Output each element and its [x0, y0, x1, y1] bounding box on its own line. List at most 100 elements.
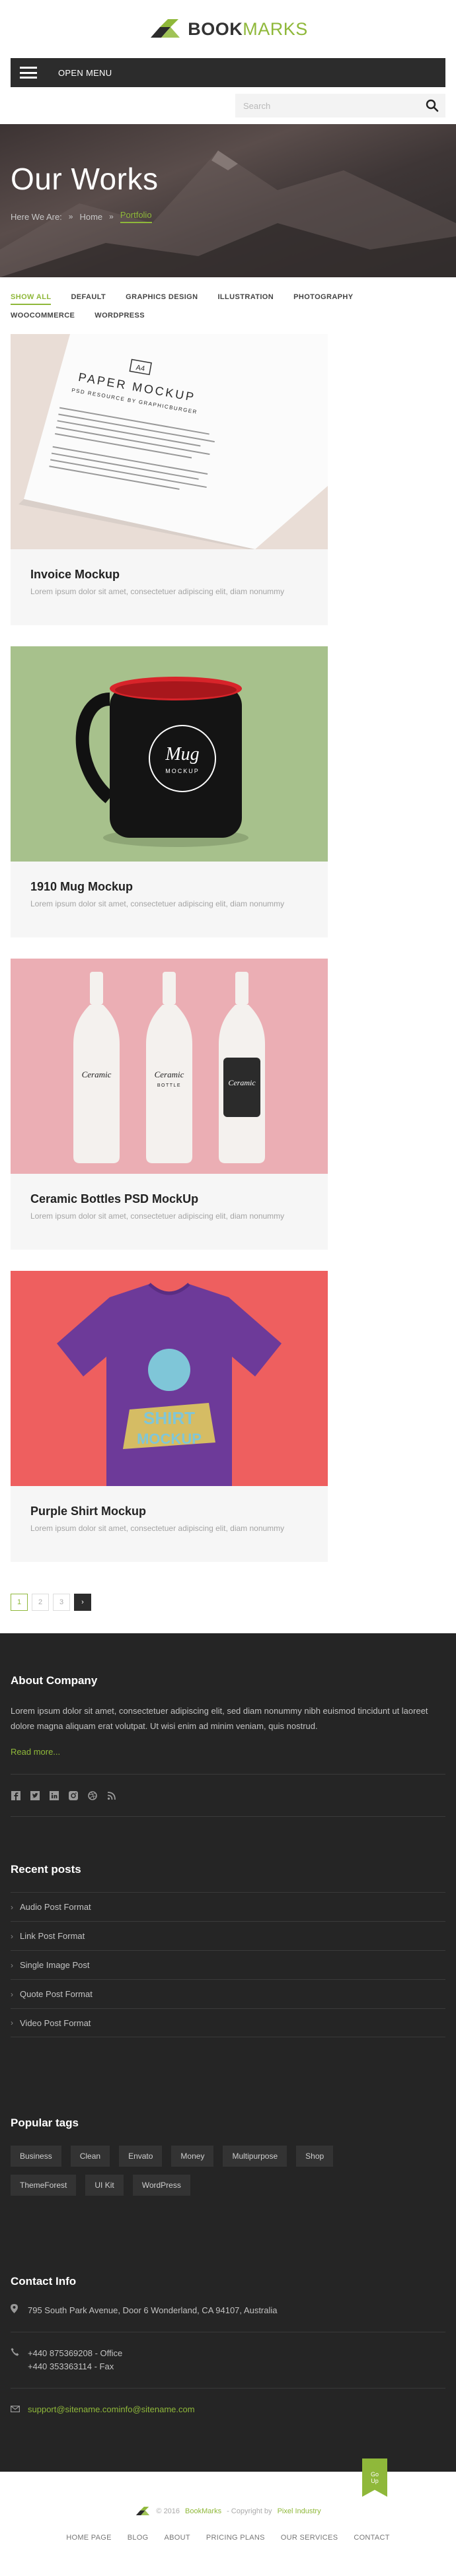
next-page-button[interactable]: › — [74, 1594, 91, 1611]
tag-link[interactable]: Business — [11, 2146, 61, 2167]
copyright-year: © 2016 — [156, 2507, 180, 2515]
portfolio-item-text: Lorem ipsum dolor sit amet, consectetuer… — [30, 899, 285, 908]
contact-phone-lines: +440 875369208 - Office +440 353363114 -… — [28, 2347, 122, 2373]
tag-link[interactable]: UI Kit — [85, 2175, 124, 2196]
portfolio-item-title[interactable]: Ceramic Bottles PSD MockUp — [30, 1192, 308, 1206]
paper-mockup-image[interactable]: A4 PAPER MOCKUP PSD RESOURCE BY GRAPHICB… — [11, 334, 328, 549]
about-title: About Company — [11, 1674, 98, 1687]
recent-post-label: Single Image Post — [20, 1960, 90, 1970]
contact-phone: +440 875369208 - Office +440 353363114 -… — [11, 2347, 445, 2373]
chevron-right-icon: › — [11, 1989, 13, 1999]
mug-mockup-image[interactable]: Mug MOCKUP — [11, 646, 328, 862]
site-header: BOOKMARKS OPEN MENU — [0, 0, 456, 124]
portfolio-item-title[interactable]: Purple Shirt Mockup — [30, 1505, 308, 1518]
mug-mockup-title: Mug — [165, 744, 199, 764]
copyright-author-link[interactable]: Pixel Industry — [278, 2507, 321, 2515]
chevron-right-icon: › — [11, 2018, 13, 2027]
portfolio-item-title[interactable]: 1910 Mug Mockup — [30, 880, 308, 894]
tag-link[interactable]: Clean — [70, 2146, 110, 2167]
bottom-nav-home[interactable]: Home Page — [66, 2534, 112, 2542]
bottles-mockup-title: Ceramic — [155, 1069, 184, 1079]
about-company: About Company Lorem ipsum dolor sit amet… — [11, 1674, 445, 1817]
rss-icon[interactable] — [106, 1790, 116, 1800]
filter-illustration[interactable]: Illustration — [217, 293, 274, 305]
portfolio-item[interactable]: A4 PAPER MOCKUP PSD RESOURCE BY GRAPHICB… — [11, 334, 328, 625]
portfolio-item[interactable]: Ceramic Ceramic BOTTLE Ceramic Ceramic B… — [11, 959, 328, 1250]
bottom-nav-services[interactable]: Our Services — [281, 2534, 338, 2542]
filter-show-all[interactable]: Show All — [11, 293, 52, 305]
back-to-top-button[interactable]: Go Up — [362, 2458, 387, 2497]
recent-post-label: Quote Post Format — [20, 1989, 93, 1999]
bottom-nav-blog[interactable]: Blog — [128, 2534, 149, 2542]
open-menu-button[interactable]: OPEN MENU — [11, 58, 445, 87]
search-input[interactable] — [243, 100, 426, 111]
facebook-icon[interactable] — [11, 1790, 20, 1800]
copyright: © 2016 BookMarks - Copyright by Pixel In… — [0, 2506, 456, 2517]
instagram-icon[interactable] — [68, 1790, 78, 1800]
contact-email-link[interactable]: support@sitename.cominfo@sitename.com — [28, 2403, 195, 2416]
filter-graphics-design[interactable]: Graphics Design — [126, 293, 198, 305]
read-more-link[interactable]: Read more... — [11, 1747, 60, 1757]
recent-post-link[interactable]: › Single Image Post — [11, 1950, 445, 1979]
about-text: Lorem ipsum dolor sit amet, consectetuer… — [11, 1706, 428, 1731]
tag-link[interactable]: Envato — [119, 2146, 163, 2167]
bottom-nav-pricing[interactable]: Pricing Plans — [206, 2534, 265, 2542]
twitter-icon[interactable] — [30, 1790, 40, 1800]
shirt-mockup-image[interactable]: SHIRT MOCKUP — [11, 1271, 328, 1486]
map-marker-icon — [11, 2304, 20, 2317]
portfolio-item-title[interactable]: Invoice Mockup — [30, 568, 308, 582]
bottles-mockup-image[interactable]: Ceramic Ceramic BOTTLE Ceramic — [11, 959, 328, 1174]
site-logo[interactable]: BOOKMARKS — [148, 18, 308, 40]
search-icon[interactable] — [426, 99, 439, 112]
tag-link[interactable]: WordPress — [132, 2175, 190, 2196]
mug-mockup-subtitle: MOCKUP — [165, 768, 200, 774]
breadcrumb-separator-icon: » — [109, 212, 114, 221]
recent-post-link[interactable]: › Video Post Format — [11, 2008, 445, 2037]
breadcrumb-separator-icon: » — [68, 212, 73, 221]
page-2-button[interactable]: 2 — [32, 1594, 49, 1611]
site-footer: About Company Lorem ipsum dolor sit amet… — [0, 1633, 456, 2472]
recent-post-link[interactable]: › Audio Post Format — [11, 1892, 445, 1921]
footer-divider — [11, 1774, 445, 1775]
portfolio-filters: Show All Default Graphics Design Illustr… — [0, 277, 397, 322]
filter-woocommerce[interactable]: WooCommerce — [11, 312, 75, 322]
bottom-nav: Home Page Blog About Pricing Plans Our S… — [0, 2534, 456, 2542]
contact-address: 795 South Park Avenue, Door 6 Wonderland… — [11, 2304, 445, 2317]
bookmarks-logo-icon — [151, 19, 180, 38]
recent-post-link[interactable]: › Link Post Format — [11, 1921, 445, 1950]
portfolio-item[interactable]: Mug MOCKUP 1910 Mug Mockup Lorem ipsum d… — [11, 646, 328, 937]
logo-text: BOOKMARKS — [188, 19, 308, 40]
copyright-brand-link[interactable]: BookMarks — [185, 2507, 221, 2515]
popular-tags-title: Popular tags — [11, 2117, 79, 2129]
search-row — [0, 87, 456, 124]
page-hero: Our Works Here We Are: » Home » Portfoli… — [0, 124, 456, 277]
tag-link[interactable]: Money — [171, 2146, 214, 2167]
breadcrumb-home-link[interactable]: Home — [79, 212, 102, 222]
dribbble-icon[interactable] — [87, 1790, 97, 1800]
portfolio-item[interactable]: SHIRT MOCKUP Purple Shirt Mockup Lorem i… — [11, 1271, 328, 1562]
page-title: Our Works — [11, 162, 159, 196]
logo-bar: BOOKMARKS — [0, 0, 456, 58]
tag-link[interactable]: Multipurpose — [223, 2146, 287, 2167]
tag-cloud: Business Clean Envato Money Multipurpose… — [11, 2146, 394, 2196]
chevron-right-icon: › — [11, 1960, 13, 1970]
search-box — [235, 94, 445, 118]
logo-text-light: MARKS — [243, 18, 308, 39]
portfolio-item-text: Lorem ipsum dolor sit amet, consectetuer… — [30, 587, 285, 596]
linkedin-icon[interactable] — [49, 1790, 59, 1800]
page-1-button[interactable]: 1 — [11, 1594, 28, 1611]
bottom-nav-contact[interactable]: Contact — [354, 2534, 389, 2542]
envelope-icon — [11, 2403, 20, 2416]
filter-default[interactable]: Default — [71, 293, 106, 305]
filter-wordpress[interactable]: WordPress — [95, 312, 145, 322]
page-3-button[interactable]: 3 — [53, 1594, 70, 1611]
recent-posts-list: › Audio Post Format › Link Post Format › Si… — [11, 1892, 445, 2037]
tag-link[interactable]: ThemeForest — [11, 2175, 77, 2196]
filter-photography[interactable]: Photography — [293, 293, 353, 305]
tag-link[interactable]: Shop — [296, 2146, 334, 2167]
recent-post-link[interactable]: › Quote Post Format — [11, 1979, 445, 2008]
breadcrumb-current: Portfolio — [120, 210, 152, 223]
recent-post-label: Audio Post Format — [20, 1902, 91, 1912]
bottom-bar: Go Up © 2016 BookMarks - Copyright by Pi… — [0, 2458, 456, 2576]
bottom-nav-about[interactable]: About — [165, 2534, 190, 2542]
